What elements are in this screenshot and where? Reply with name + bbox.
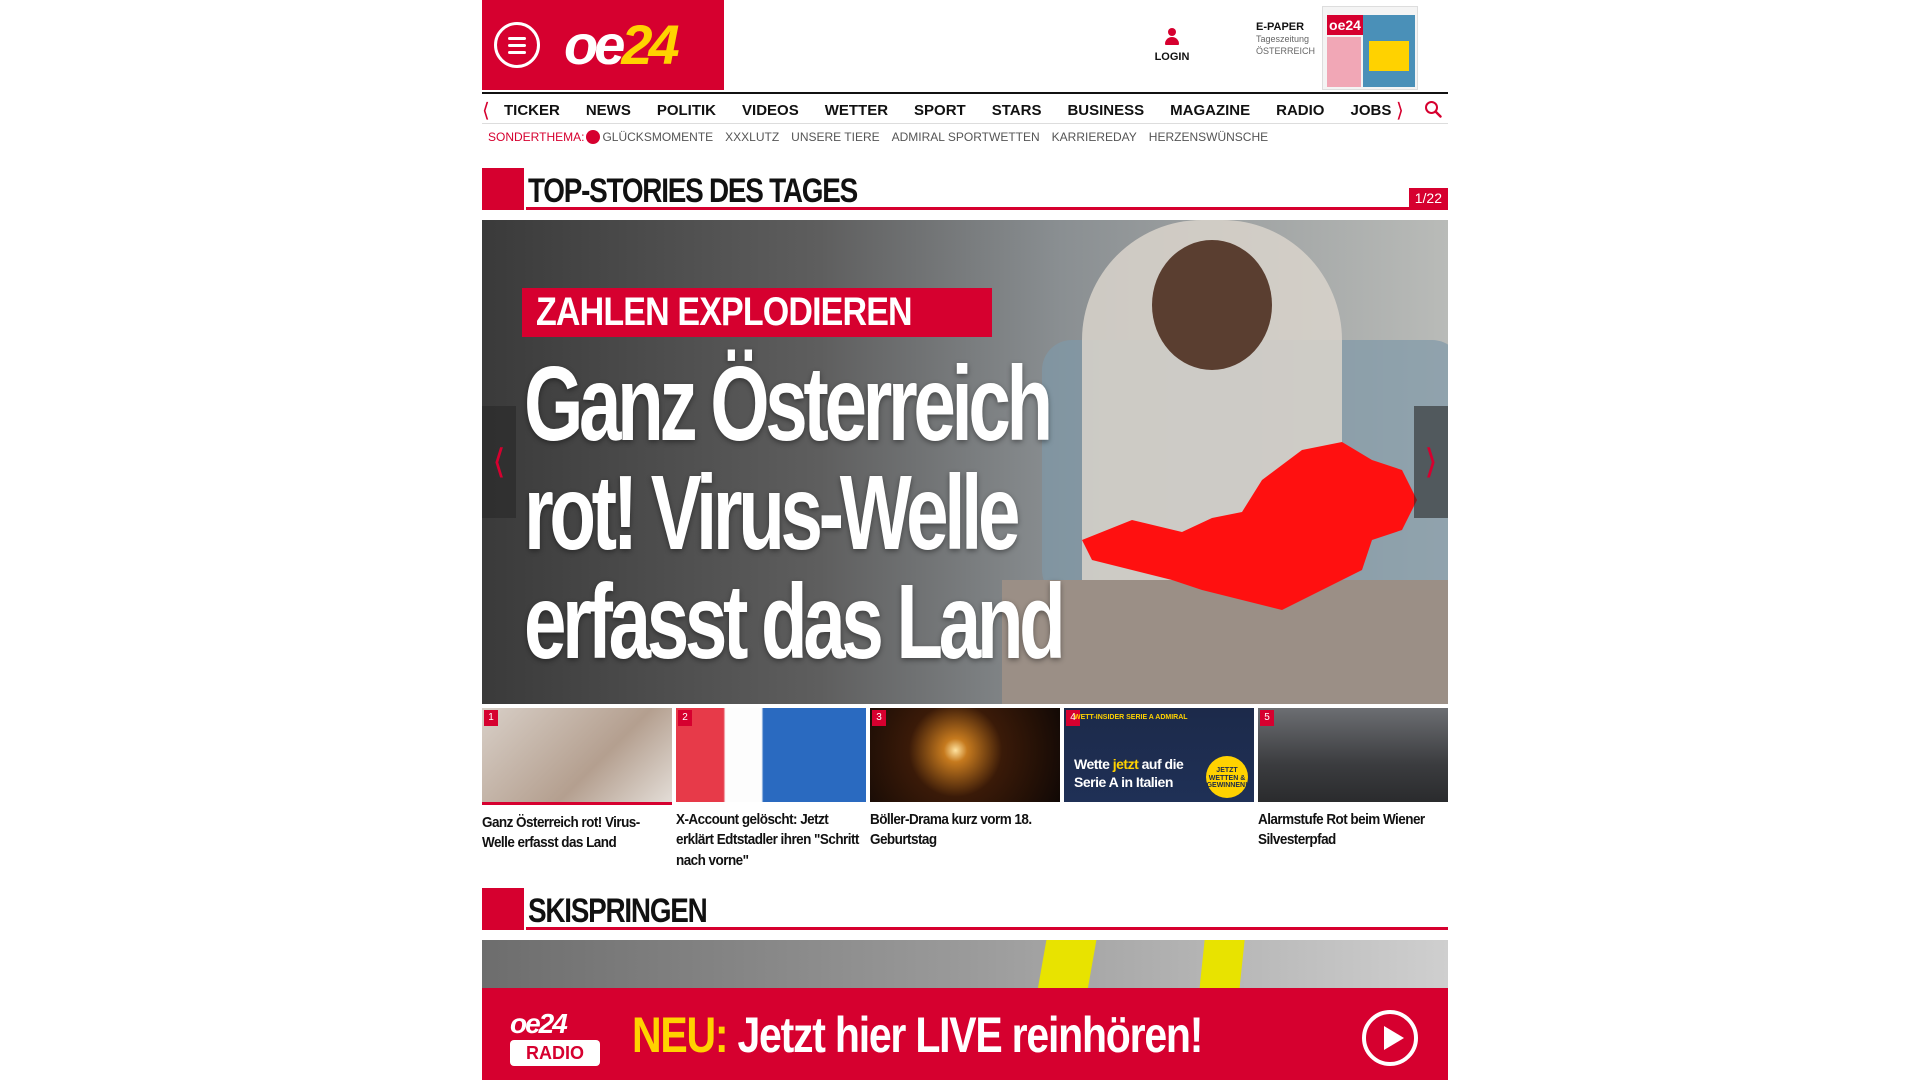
radio-logo-label: RADIO	[510, 1040, 600, 1066]
section-title[interactable]: SKISPRINGEN	[528, 892, 708, 931]
radio-banner-text: NEU: Jetzt hier LIVE reinhören!	[632, 1007, 1203, 1063]
radio-banner[interactable]: oe24 RADIO NEU: Jetzt hier LIVE reinhöre…	[482, 988, 1448, 1080]
story-card[interactable]: 3 Böller-Drama kurz vorm 18. Geburtstag	[870, 708, 1060, 851]
story-caption[interactable]: Ganz Österreich rot! Virus-Welle erfasst…	[482, 813, 671, 854]
nav-item-business[interactable]: BUSINESS	[1067, 102, 1144, 119]
cover-logo: oe24	[1327, 15, 1363, 35]
epaper-subtitle: ÖSTERREICH	[1256, 45, 1316, 56]
carousel-next-arrow-icon[interactable]: ⟩	[1414, 406, 1448, 518]
nav-item-wetter[interactable]: WETTER	[825, 102, 888, 119]
nav-item-videos[interactable]: VIDEOS	[742, 102, 799, 119]
hero-story[interactable]: ZAHLEN EXPLODIEREN Ganz Österreich rot! …	[482, 220, 1448, 704]
nav-next-arrow-icon[interactable]: ⟩	[1396, 98, 1404, 123]
story-image[interactable]: 1	[482, 708, 672, 802]
subnav-item[interactable]: GLÜCKSMOMENTE	[602, 130, 713, 144]
section-title: TOP-STORIES DES TAGES	[528, 172, 858, 210]
story-card[interactable]: 1 Ganz Österreich rot! Virus-Welle erfas…	[482, 708, 672, 854]
nav-item-sport[interactable]: SPORT	[914, 102, 966, 119]
subnav-item[interactable]: KARRIEREDAY	[1052, 130, 1137, 144]
main-nav: ⟨ TICKER NEWS POLITIK VIDEOS WETTER SPOR…	[482, 92, 1448, 124]
special-topics-label: SONDERTHEMA:	[488, 130, 585, 144]
brand-header: oe24	[482, 0, 724, 90]
nav-item-politik[interactable]: POLITIK	[657, 102, 716, 119]
site-logo[interactable]: oe24	[564, 12, 680, 77]
content-column: oe24 LOGIN E-PAPER Tageszeitung ÖSTERREI…	[482, 0, 1448, 1080]
story-card[interactable]: 5 Alarmstufe Rot beim Wiener Silvesterpf…	[1258, 708, 1448, 851]
user-icon	[1164, 28, 1180, 46]
ad-card[interactable]: 4 WETT-INSIDER SERIE A ADMIRAL Wette jet…	[1064, 708, 1254, 802]
special-topics-nav: SONDERTHEMA: GLÜCKSMOMENTE XXXLUTZ UNSER…	[488, 130, 1280, 144]
story-caption[interactable]: Alarmstufe Rot beim Wiener Silvesterpfad	[1258, 810, 1447, 851]
story-card[interactable]: 2 X-Account gelöscht: Jetzt erklärt Edts…	[676, 708, 866, 871]
login-label: LOGIN	[1154, 51, 1190, 63]
subnav-item[interactable]: XXXLUTZ	[725, 130, 779, 144]
glueck-icon	[586, 130, 601, 144]
nav-item-magazine[interactable]: MAGAZINE	[1170, 102, 1250, 119]
story-caption[interactable]: X-Account gelöscht: Jetzt erklärt Edtsta…	[676, 810, 865, 871]
menu-button[interactable]	[494, 22, 540, 68]
nav-prev-arrow-icon[interactable]: ⟨	[482, 98, 490, 123]
top-stories-header: TOP-STORIES DES TAGES 1/22	[482, 168, 1448, 210]
story-number: 3	[872, 710, 886, 726]
radio-logo: oe24 RADIO	[510, 1008, 600, 1070]
page: oe24 LOGIN E-PAPER Tageszeitung ÖSTERREI…	[0, 0, 1920, 1080]
story-image[interactable]: 5	[1258, 708, 1448, 802]
story-image[interactable]: 3	[870, 708, 1060, 802]
subnav-item[interactable]: ADMIRAL SPORTWETTEN	[892, 130, 1040, 144]
subnav-item[interactable]: UNSERE TIERE	[791, 130, 879, 144]
story-number: 5	[1260, 710, 1274, 726]
hero-headline[interactable]: Ganz Österreich rot! Virus-Welle erfasst…	[524, 349, 1172, 678]
nav-item-radio[interactable]: RADIO	[1276, 102, 1324, 119]
slide-counter: 1/22	[1408, 188, 1448, 208]
story-number: 2	[678, 710, 692, 726]
nav-item-jobs[interactable]: JOBS	[1350, 102, 1391, 119]
ad-cta-badge[interactable]: JETZT WETTEN & GEWINNEN!	[1206, 756, 1248, 798]
nav-item-stars[interactable]: STARS	[992, 102, 1042, 119]
search-icon[interactable]	[1424, 100, 1442, 118]
ad-image[interactable]: 4 WETT-INSIDER SERIE A ADMIRAL Wette jet…	[1064, 708, 1254, 802]
epaper-link[interactable]: E-PAPER Tageszeitung ÖSTERREICH	[1256, 20, 1326, 58]
skispringen-image[interactable]	[482, 940, 1448, 990]
skispringen-header: SKISPRINGEN	[482, 888, 1448, 930]
carousel-prev-arrow-icon[interactable]: ⟨	[482, 406, 516, 518]
story-thumbnails: 1 Ganz Österreich rot! Virus-Welle erfas…	[482, 708, 1448, 888]
epaper-title: E-PAPER	[1256, 21, 1305, 33]
story-number: 1	[484, 710, 498, 726]
epaper-cover-image[interactable]: oe24	[1322, 6, 1418, 90]
nav-item-news[interactable]: NEWS	[586, 102, 631, 119]
ad-top-label: WETT-INSIDER SERIE A ADMIRAL	[1074, 714, 1188, 721]
hero-kicker: ZAHLEN EXPLODIEREN	[522, 288, 993, 337]
ad-text: Wette jetzt auf die Serie A in Italien	[1074, 756, 1184, 790]
radio-logo-text: oe24	[510, 1008, 568, 1039]
login-button[interactable]: LOGIN	[1152, 28, 1192, 63]
story-caption[interactable]: Böller-Drama kurz vorm 18. Geburtstag	[870, 810, 1059, 851]
nav-item-ticker[interactable]: TICKER	[504, 102, 560, 119]
story-image[interactable]: 2	[676, 708, 866, 802]
epaper-subtitle: Tageszeitung	[1256, 34, 1310, 45]
subnav-item[interactable]: HERZENSWÜNSCHE	[1149, 130, 1268, 144]
play-icon[interactable]	[1362, 1010, 1418, 1066]
